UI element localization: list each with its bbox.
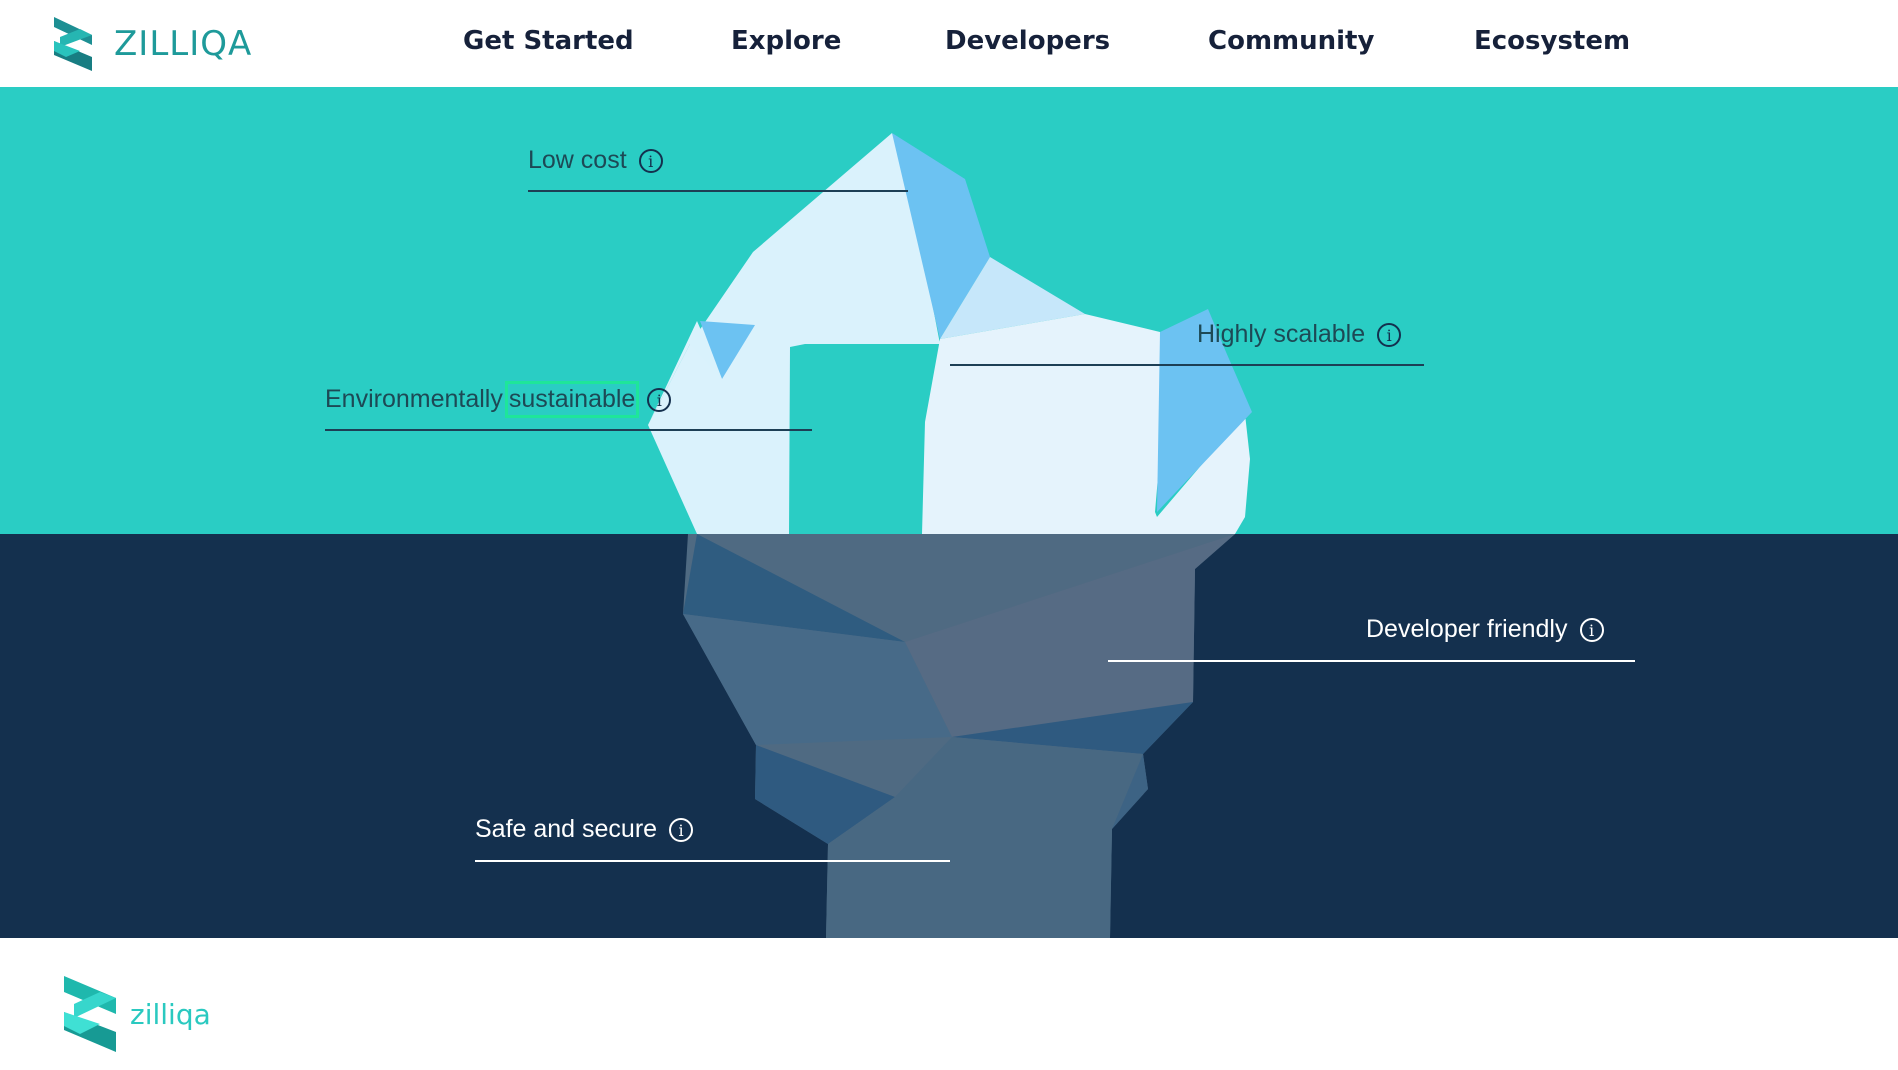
nav-developers[interactable]: Developers	[945, 26, 1110, 56]
feature-label: Highly scalable	[1197, 320, 1366, 348]
footer-logo[interactable]: zilliqa	[62, 976, 211, 1052]
feature-safe-secure[interactable]: Safe and secure i	[475, 815, 694, 844]
info-icon[interactable]: i	[638, 148, 663, 173]
feature-label: Environmentally	[325, 385, 503, 413]
info-icon[interactable]: i	[1579, 617, 1604, 642]
nav-get-started[interactable]: Get Started	[463, 26, 634, 56]
info-icon[interactable]: i	[647, 387, 672, 412]
iceberg-hero: Low cost i Highly scalable i Environment…	[0, 87, 1898, 938]
feature-environmentally-sustainable[interactable]: Environmentally sustainable i	[325, 381, 672, 418]
highlighted-word: sustainable	[504, 381, 640, 418]
feature-highly-scalable[interactable]: Highly scalable i	[1197, 320, 1402, 349]
zilliqa-logo-icon	[64, 976, 116, 1052]
low-cost-underline	[528, 190, 908, 192]
site-header: ZILLIQA Get Started Explore Developers C…	[0, 0, 1898, 87]
zilliqa-logo-icon	[54, 17, 92, 71]
logo-text: ZILLIQA	[114, 24, 253, 64]
info-icon[interactable]: i	[669, 817, 694, 842]
feature-label: Safe and secure	[475, 815, 658, 843]
footer-logo-text: zilliqa	[130, 997, 211, 1031]
nav-ecosystem[interactable]: Ecosystem	[1474, 26, 1630, 56]
header-logo[interactable]: ZILLIQA	[52, 17, 252, 71]
info-icon[interactable]: i	[1377, 322, 1402, 347]
site-footer: zilliqa	[0, 938, 1898, 1070]
highly-scalable-underline	[950, 364, 1424, 366]
feature-label: Developer friendly	[1366, 615, 1568, 643]
feature-low-cost[interactable]: Low cost i	[528, 146, 663, 175]
feature-label: Low cost	[528, 146, 627, 174]
developer-friendly-underline	[1108, 660, 1635, 662]
safe-secure-underline	[475, 860, 950, 862]
env-sustainable-underline	[325, 429, 812, 431]
iceberg-illustration	[648, 133, 1252, 938]
feature-developer-friendly[interactable]: Developer friendly i	[1366, 615, 1604, 644]
nav-community[interactable]: Community	[1208, 26, 1374, 56]
nav-explore[interactable]: Explore	[731, 26, 841, 56]
